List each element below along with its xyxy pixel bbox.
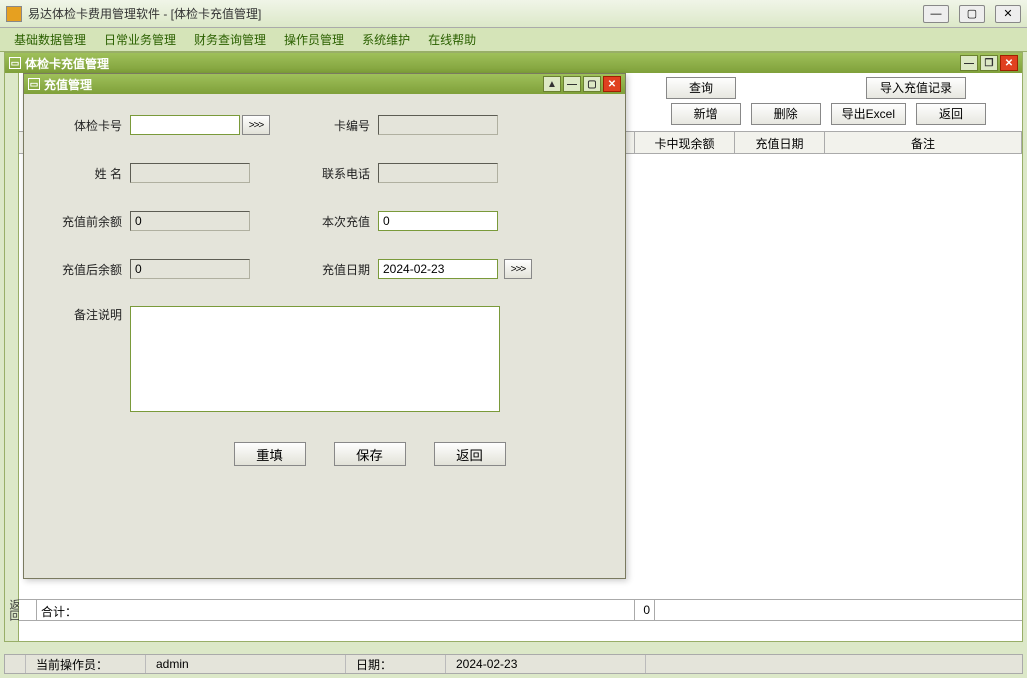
minimize-button[interactable]: — — [923, 5, 949, 23]
footer-marker — [19, 600, 37, 620]
this-recharge-input[interactable] — [378, 211, 498, 231]
dialog-rollup-button[interactable]: ▲ — [543, 76, 561, 92]
card-no-browse-button[interactable]: >>> — [242, 115, 270, 135]
close-button[interactable]: ✕ — [995, 5, 1021, 23]
status-operator-label: 当前操作员： — [26, 655, 146, 673]
menu-basic-data[interactable]: 基础数据管理 — [6, 28, 94, 51]
menu-bar: 基础数据管理 日常业务管理 财务查询管理 操作员管理 系统维护 在线帮助 — [0, 28, 1027, 52]
footer-blank — [655, 600, 1022, 620]
reset-button[interactable]: 重填 — [234, 442, 306, 466]
status-date-label: 日期： — [346, 655, 446, 673]
label-date: 充值日期 — [318, 261, 378, 278]
dialog-title-bar: ▭ 充值管理 ▲ — ▢ ✕ — [24, 74, 625, 94]
footer-total-label: 合计： — [37, 600, 635, 620]
menu-help[interactable]: 在线帮助 — [420, 28, 484, 51]
balance-after-input — [130, 259, 250, 279]
return-button[interactable]: 返回 — [916, 103, 986, 125]
status-date: 2024-02-23 — [446, 655, 646, 673]
outer-title-bar: 易达体检卡费用管理软件 - [体检卡充值管理] — ▢ ✕ — [0, 0, 1027, 28]
menu-operator[interactable]: 操作员管理 — [276, 28, 352, 51]
label-card-no: 体检卡号 — [54, 117, 130, 134]
phone-input — [378, 163, 498, 183]
label-balance-before: 充值前余额 — [54, 213, 130, 230]
import-record-button[interactable]: 导入充值记录 — [866, 77, 966, 99]
th-remark: 备注 — [825, 132, 1022, 153]
dialog-close-button[interactable]: ✕ — [603, 76, 621, 92]
name-input — [130, 163, 250, 183]
balance-before-input — [130, 211, 250, 231]
dialog-icon: ▭ — [28, 78, 40, 90]
maximize-button[interactable]: ▢ — [959, 5, 985, 23]
th-balance: 卡中现余额 — [635, 132, 735, 153]
mdi-area: ▭ 体检卡充值管理 — ❐ ✕ 返回 查询 导入充值记录 新增 — [4, 52, 1023, 642]
dialog-maximize-button[interactable]: ▢ — [583, 76, 601, 92]
date-browse-button[interactable]: >>> — [504, 259, 532, 279]
card-code-input — [378, 115, 498, 135]
footer-total-value: 0 — [635, 600, 655, 620]
dialog-title: 充值管理 — [44, 76, 92, 93]
bg-restore-button[interactable]: ❐ — [980, 55, 998, 71]
bg-close-button[interactable]: ✕ — [1000, 55, 1018, 71]
restore-icon[interactable]: ▭ — [9, 57, 21, 69]
remark-textarea[interactable] — [130, 306, 500, 412]
label-name: 姓 名 — [54, 165, 130, 182]
label-card-code: 卡编号 — [318, 117, 378, 134]
label-balance-after: 充值后余额 — [54, 261, 130, 278]
window-controls: — ▢ ✕ — [923, 5, 1021, 23]
left-sidebar-stub: 返回 — [5, 73, 19, 641]
date-input[interactable] — [378, 259, 498, 279]
menu-system[interactable]: 系统维护 — [354, 28, 418, 51]
th-date: 充值日期 — [735, 132, 825, 153]
label-phone: 联系电话 — [318, 165, 378, 182]
menu-finance-query[interactable]: 财务查询管理 — [186, 28, 274, 51]
label-remark: 备注说明 — [54, 306, 130, 323]
dialog-body: 体检卡号 >>> 卡编号 姓 名 联系电话 充值前余额 — [24, 94, 625, 578]
label-this-recharge: 本次充值 — [318, 213, 378, 230]
add-button[interactable]: 新增 — [671, 103, 741, 125]
bg-window-header: ▭ 体检卡充值管理 — ❐ ✕ — [5, 53, 1022, 73]
dialog-return-button[interactable]: 返回 — [434, 442, 506, 466]
export-excel-button[interactable]: 导出Excel — [831, 103, 906, 125]
query-button[interactable]: 查询 — [666, 77, 736, 99]
status-operator: admin — [146, 655, 346, 673]
dialog-button-row: 重填 保存 返回 — [54, 442, 595, 466]
save-button[interactable]: 保存 — [334, 442, 406, 466]
status-fill — [646, 655, 1022, 673]
delete-button[interactable]: 删除 — [751, 103, 821, 125]
menu-daily-business[interactable]: 日常业务管理 — [96, 28, 184, 51]
app-title: 易达体检卡费用管理软件 - [体检卡充值管理] — [28, 5, 923, 22]
app-window: 易达体检卡费用管理软件 - [体检卡充值管理] — ▢ ✕ 基础数据管理 日常业… — [0, 0, 1027, 678]
recharge-dialog: ▭ 充值管理 ▲ — ▢ ✕ 体检卡号 >>> 卡编号 — [23, 73, 626, 579]
dialog-minimize-button[interactable]: — — [563, 76, 581, 92]
app-icon — [6, 6, 22, 22]
table-footer: 合计： 0 — [19, 599, 1022, 621]
status-stub — [5, 655, 26, 673]
card-no-input[interactable] — [130, 115, 240, 135]
status-bar: 当前操作员： admin 日期： 2024-02-23 — [4, 654, 1023, 674]
bg-minimize-button[interactable]: — — [960, 55, 978, 71]
bg-window-title: 体检卡充值管理 — [25, 55, 109, 72]
